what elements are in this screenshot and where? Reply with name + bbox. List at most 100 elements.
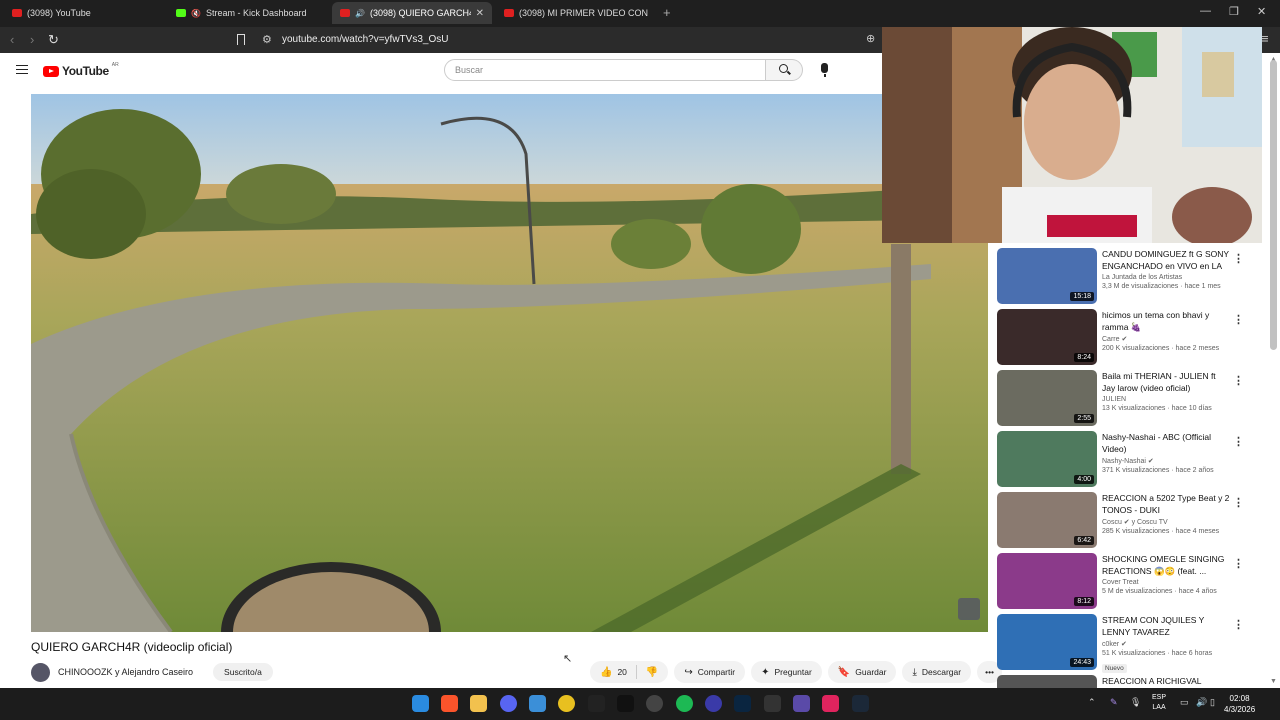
more-vertical-icon[interactable]: ⋮ <box>1233 374 1244 387</box>
tray-chevron-icon[interactable]: ⌃ <box>1088 697 1096 708</box>
new-tab-icon[interactable]: + <box>663 5 671 20</box>
photoshop-icon[interactable] <box>734 695 751 712</box>
subscribed-button[interactable]: Suscrito/a <box>213 663 273 681</box>
channel-name[interactable]: Cover Treat <box>1102 579 1230 586</box>
dislike-button[interactable]: 👎 <box>646 667 658 678</box>
pen-icon[interactable]: ✎ <box>1110 697 1118 708</box>
discord-icon[interactable] <box>500 695 517 712</box>
video-title[interactable]: SHOCKING OMEGLE SINGING REACTIONS 😱😳 (fe… <box>1102 554 1230 577</box>
scroll-down-icon[interactable]: ▼ <box>1270 678 1277 685</box>
video-title[interactable]: Nashy-Nashai - ABC (Official Video) <box>1102 432 1230 455</box>
video-info: REACCION A RICHIGVAL REMIX <box>1102 676 1230 688</box>
calculator-icon[interactable] <box>764 695 781 712</box>
steam-icon[interactable] <box>852 695 869 712</box>
more-vertical-icon[interactable]: ⋮ <box>1233 313 1244 326</box>
start-icon[interactable] <box>412 695 429 712</box>
clock[interactable]: 02:08 4/3/2026 <box>1224 693 1255 715</box>
channel-name[interactable]: Coscu ✔ y Coscu TV <box>1102 518 1230 526</box>
more-vertical-icon[interactable]: ⋮ <box>1233 252 1244 265</box>
like-button[interactable]: 👍 20 <box>600 667 627 678</box>
more-vertical-icon[interactable]: ⋮ <box>1233 496 1244 509</box>
video-thumbnail[interactable]: 15:18 <box>997 248 1097 304</box>
video-thumbnail[interactable]: 8:12 <box>997 553 1097 609</box>
list-item[interactable]: 15:18 CANDU DOMINGUEZ ft G SONY ENGANCHA… <box>997 245 1247 305</box>
youtube-logo[interactable]: YouTube AR <box>43 62 119 78</box>
browser-tab-youtube[interactable]: (3098) YouTube <box>4 2 164 24</box>
video-thumbnail[interactable] <box>997 675 1097 688</box>
close-tab-icon[interactable]: ✕ <box>476 8 484 19</box>
app-icon[interactable] <box>558 695 575 712</box>
list-item[interactable]: 4:00 Nashy-Nashai - ABC (Official Video)… <box>997 428 1247 488</box>
channel-name[interactable]: Carre ✔ <box>1102 335 1230 343</box>
channel-name[interactable]: JULIEN <box>1102 396 1230 403</box>
search-button[interactable] <box>766 59 803 81</box>
browser-menu-icon[interactable]: ≡ <box>1261 31 1269 46</box>
more-vertical-icon[interactable]: ⋮ <box>1233 618 1244 631</box>
download-button[interactable]: ⤓ Descargar <box>902 661 972 683</box>
battery-icon[interactable]: ▯ <box>1210 697 1215 708</box>
browser-tab-video[interactable]: (3098) MI PRIMER VIDEO CON 58 AÑ <box>496 2 656 24</box>
browser-tab-kick[interactable]: 🔇 Stream - Kick Dashboard <box>168 2 328 24</box>
url-field[interactable]: youtube.com/watch?v=yfwTVs3_OsU <box>282 34 448 45</box>
share-button[interactable]: ↪ Compartir <box>674 661 746 683</box>
hamburger-menu-icon[interactable] <box>16 65 28 74</box>
time: 02:08 <box>1229 694 1250 703</box>
video-title[interactable]: STREAM CON JQUILES Y LENNY TAVAREZ <box>1102 615 1230 638</box>
list-item[interactable]: 8:24 hicimos un tema con bhavi y ramma 🍇… <box>997 306 1247 366</box>
network-icon[interactable]: ▭ <box>1180 697 1189 708</box>
capcut-icon[interactable] <box>588 695 605 712</box>
video-player[interactable] <box>31 94 988 632</box>
spotify-icon[interactable] <box>676 695 693 712</box>
list-item[interactable]: 24:43 STREAM CON JQUILES Y LENNY TAVAREZ… <box>997 611 1247 673</box>
save-button[interactable]: 🔖 Guardar <box>827 661 897 683</box>
video-title[interactable]: REACCION A RICHIGVAL REMIX <box>1102 676 1230 688</box>
channel-name[interactable]: CHINOOOZK y Alejandro Caseiro <box>58 667 193 677</box>
video-thumbnail[interactable]: 2:55 <box>997 370 1097 426</box>
video-title[interactable]: CANDU DOMINGUEZ ft G SONY ENGANCHADO en … <box>1102 249 1230 272</box>
back-icon[interactable]: ‹ <box>10 32 14 47</box>
video-thumbnail[interactable]: 4:00 <box>997 431 1097 487</box>
download-label: Descargar <box>921 667 962 677</box>
page-scrollbar[interactable] <box>1270 60 1277 350</box>
video-thumbnail[interactable]: 8:24 <box>997 309 1097 365</box>
channel-watermark[interactable] <box>958 598 980 620</box>
forward-icon[interactable]: › <box>30 32 34 47</box>
site-info-icon[interactable]: ⚙ <box>262 33 272 46</box>
video-thumbnail[interactable]: 24:43 <box>997 614 1097 670</box>
app-icon[interactable] <box>705 695 722 712</box>
more-vertical-icon[interactable]: ⋮ <box>1233 557 1244 570</box>
more-vertical-icon[interactable]: ⋮ <box>1233 435 1244 448</box>
zoom-icon[interactable]: ⊕ <box>866 32 875 45</box>
list-item[interactable]: REACCION A RICHIGVAL REMIX <box>997 672 1247 688</box>
microphone-icon[interactable] <box>821 63 828 77</box>
obs-icon[interactable] <box>646 695 663 712</box>
close-window-icon[interactable]: ✕ <box>1257 5 1266 18</box>
file-explorer-icon[interactable] <box>470 695 487 712</box>
video-title[interactable]: REACCION a 5202 Type Beat y 2 TONOS - DU… <box>1102 493 1230 516</box>
bookmark-icon[interactable] <box>237 34 245 45</box>
channel-name[interactable]: c0ker ✔ <box>1102 640 1230 648</box>
reload-icon[interactable]: ↻ <box>48 32 59 48</box>
minimize-icon[interactable]: — <box>1200 5 1211 17</box>
maximize-icon[interactable]: ❐ <box>1229 5 1239 18</box>
browser-tab-current-video[interactable]: 🔊 (3098) QUIERO GARCH4R (vid ✕ <box>332 2 492 24</box>
tiktok-icon[interactable] <box>617 695 634 712</box>
photos-icon[interactable] <box>529 695 546 712</box>
volume-icon[interactable]: 🔊 <box>1196 697 1207 708</box>
list-item[interactable]: 6:42 REACCION a 5202 Type Beat y 2 TONOS… <box>997 489 1247 549</box>
video-title[interactable]: Baila mi THERIAN - JULIEN ft Jay larow (… <box>1102 371 1230 394</box>
language-indicator[interactable]: ESP LAA <box>1152 693 1166 713</box>
channel-name[interactable]: Nashy-Nashai ✔ <box>1102 457 1230 465</box>
tiktok-studio-icon[interactable] <box>822 695 839 712</box>
video-title[interactable]: hicimos un tema con bhavi y ramma 🍇 <box>1102 310 1230 333</box>
mic-tray-icon[interactable]: 🎙 <box>1130 697 1141 708</box>
app-icon[interactable] <box>793 695 810 712</box>
channel-avatar[interactable] <box>31 662 50 682</box>
list-item[interactable]: 2:55 Baila mi THERIAN - JULIEN ft Jay la… <box>997 367 1247 427</box>
ask-button[interactable]: ✦ Preguntar <box>751 661 822 683</box>
video-thumbnail[interactable]: 6:42 <box>997 492 1097 548</box>
search-input[interactable]: Buscar <box>444 59 766 81</box>
channel-name[interactable]: La Juntada de los Artistas <box>1102 274 1230 281</box>
brave-icon[interactable] <box>441 695 458 712</box>
list-item[interactable]: 8:12 SHOCKING OMEGLE SINGING REACTIONS 😱… <box>997 550 1247 610</box>
